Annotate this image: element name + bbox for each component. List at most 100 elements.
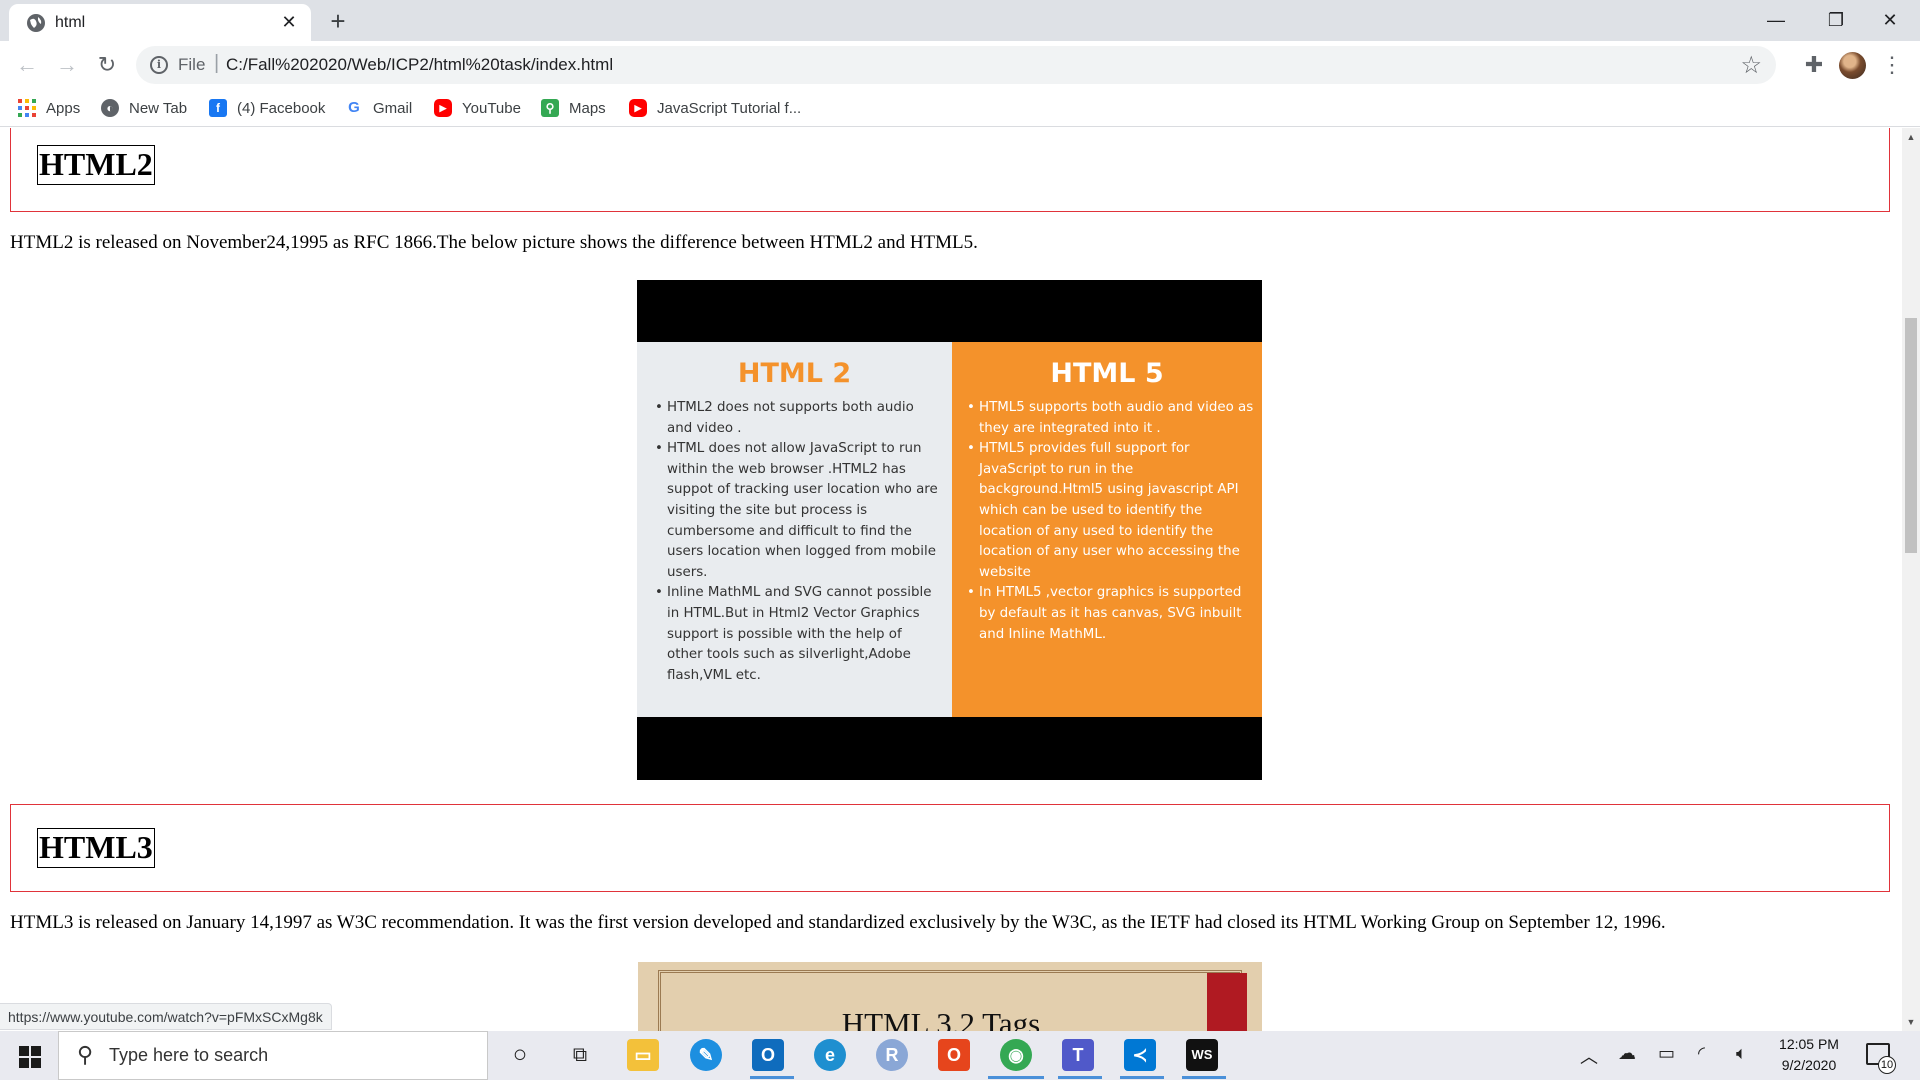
page-viewport[interactable]: HTML2 HTML2 is released on November24,19… bbox=[0, 128, 1902, 1031]
cortana-icon[interactable]: ○ bbox=[504, 1039, 536, 1071]
task-view-icon[interactable]: ⧉ bbox=[564, 1039, 596, 1071]
bookmark-star-icon[interactable]: ☆ bbox=[1740, 51, 1762, 80]
html2-feature-list: HTML2 does not supports both audio and v… bbox=[655, 398, 940, 686]
bookmark-new-tab[interactable]: ◐ New Tab bbox=[101, 97, 187, 119]
new-tab-icon[interactable]: + bbox=[322, 6, 354, 38]
scroll-up-icon[interactable]: ▲ bbox=[1902, 128, 1920, 146]
html2-panel-title: HTML 2 bbox=[737, 358, 852, 389]
clock-time: 12:05 PM bbox=[1779, 1036, 1839, 1052]
window-close-icon[interactable]: ✕ bbox=[1860, 0, 1920, 40]
taskbar-clock[interactable]: 12:05 PM 9/2/2020 bbox=[1772, 1034, 1846, 1076]
chevron-up-icon[interactable]: ︿ bbox=[1580, 1043, 1598, 1069]
minimize-icon[interactable]: — bbox=[1746, 0, 1806, 40]
forward-icon[interactable]: → bbox=[51, 49, 83, 81]
globe-icon: ◐ bbox=[101, 99, 119, 117]
app-icon[interactable]: ✎ bbox=[690, 1039, 722, 1071]
file-explorer-icon[interactable]: ▭ bbox=[627, 1039, 659, 1071]
webstorm-icon[interactable]: WS bbox=[1186, 1039, 1218, 1071]
browser-tab[interactable]: html ✕ bbox=[9, 4, 311, 41]
bookmark-label: Maps bbox=[569, 99, 606, 117]
restore-icon[interactable]: ❐ bbox=[1806, 0, 1866, 40]
close-tab-icon[interactable]: ✕ bbox=[277, 10, 301, 34]
image-frame: HTML 3.2 Tags bbox=[658, 970, 1247, 1031]
bookmark-ribbon-icon bbox=[1207, 973, 1247, 1031]
bookmark-label: New Tab bbox=[129, 99, 188, 117]
vscode-icon[interactable]: ≺ bbox=[1124, 1039, 1156, 1071]
page-scrollbar[interactable]: ▲ ▼ bbox=[1902, 128, 1920, 1031]
taskbar-search-placeholder: Type here to search bbox=[109, 1045, 269, 1065]
apps-grid-icon bbox=[18, 99, 36, 117]
html3-paragraph: HTML3 is released on January 14,1997 as … bbox=[10, 912, 1666, 933]
bookmark-maps[interactable]: ⚲ Maps bbox=[541, 97, 606, 119]
facebook-icon: f bbox=[209, 99, 227, 117]
chrome-icon[interactable]: ◉ bbox=[1000, 1039, 1032, 1071]
address-scheme: File bbox=[178, 55, 206, 74]
taskbar-search-box[interactable]: ⚲ Type here to search bbox=[58, 1031, 488, 1080]
profile-avatar[interactable] bbox=[1839, 52, 1866, 79]
wifi-icon[interactable]: ◜ bbox=[1698, 1043, 1705, 1064]
screen: html ✕ + — ❐ ✕ ← → ↻ i File | C:/Fall%20… bbox=[0, 0, 1920, 1080]
edge-icon[interactable]: e bbox=[814, 1039, 846, 1071]
google-icon: G bbox=[345, 99, 363, 117]
onedrive-icon[interactable]: ☁ bbox=[1618, 1043, 1636, 1064]
list-item: HTML5 provides full support for JavaScri… bbox=[967, 439, 1257, 583]
teams-icon[interactable]: T bbox=[1062, 1039, 1094, 1071]
r-app-icon[interactable]: R bbox=[876, 1039, 908, 1071]
address-url[interactable]: C:/Fall%202020/Web/ICP2/html%20task/inde… bbox=[226, 55, 613, 75]
battery-icon[interactable]: ▭ bbox=[1658, 1043, 1675, 1064]
search-icon: ⚲ bbox=[77, 1042, 94, 1067]
address-separator: | bbox=[214, 52, 220, 74]
scroll-down-icon[interactable]: ▼ bbox=[1902, 1013, 1920, 1031]
bookmark-gmail[interactable]: G Gmail bbox=[345, 97, 412, 119]
bookmark-label: Apps bbox=[46, 99, 81, 117]
html2-paragraph: HTML2 is released on November24,1995 as … bbox=[10, 232, 978, 253]
windows-taskbar: ⚲ Type here to search ○ ⧉ ▭ ✎ O e R O ◉ … bbox=[0, 1031, 1920, 1080]
html2-panel: HTML 2 HTML2 does not supports both audi… bbox=[637, 342, 952, 717]
active-indicator bbox=[988, 1076, 1044, 1079]
bookmark-label: (4) Facebook bbox=[237, 99, 326, 117]
html32-tags-image: HTML 3.2 Tags bbox=[638, 962, 1262, 1031]
html32-tags-title: HTML 3.2 Tags bbox=[841, 1006, 1041, 1031]
active-indicator bbox=[1058, 1076, 1102, 1079]
active-indicator bbox=[750, 1076, 794, 1079]
office-icon[interactable]: O bbox=[938, 1039, 970, 1071]
bookmark-label: Gmail bbox=[373, 99, 413, 117]
scrollbar-thumb[interactable] bbox=[1905, 318, 1917, 553]
globe-icon bbox=[27, 14, 45, 32]
list-item: In HTML5 ,vector graphics is supported b… bbox=[967, 583, 1257, 645]
clock-date: 9/2/2020 bbox=[1781, 1057, 1837, 1073]
html2-section-box: HTML2 bbox=[10, 128, 1890, 212]
html5-feature-list: HTML5 supports both audio and video as t… bbox=[967, 398, 1257, 645]
bookmark-youtube[interactable]: ▶ YouTube bbox=[434, 97, 521, 119]
windows-start-icon[interactable] bbox=[0, 1031, 56, 1080]
youtube-icon: ▶ bbox=[629, 99, 647, 117]
notification-count-badge: 10 bbox=[1878, 1056, 1896, 1074]
active-indicator bbox=[1120, 1076, 1164, 1079]
html5-panel: HTML 5 HTML5 supports both audio and vid… bbox=[952, 342, 1262, 717]
browser-toolbar: ← → ↻ i File | C:/Fall%202020/Web/ICP2/h… bbox=[0, 41, 1920, 89]
active-indicator bbox=[1182, 1076, 1226, 1079]
tab-title: html bbox=[55, 14, 86, 31]
bookmarks-bar: Apps ◐ New Tab f (4) Facebook G Gmail ▶ … bbox=[0, 89, 1920, 127]
list-item: Inline MathML and SVG cannot possible in… bbox=[655, 583, 940, 686]
link-status-bubble: https://www.youtube.com/watch?v=pFMxSCxM… bbox=[0, 1003, 332, 1030]
kebab-menu-icon[interactable]: ⋮ bbox=[1880, 49, 1904, 81]
list-item: HTML2 does not supports both audio and v… bbox=[655, 398, 940, 439]
html3-heading: HTML3 bbox=[37, 828, 155, 868]
outlook-icon[interactable]: O bbox=[752, 1039, 784, 1071]
tab-strip: html ✕ + — ❐ ✕ bbox=[0, 0, 1920, 41]
html2-heading: HTML2 bbox=[37, 145, 155, 185]
bookmark-facebook[interactable]: f (4) Facebook bbox=[209, 97, 325, 119]
address-bar[interactable]: i File | C:/Fall%202020/Web/ICP2/html%20… bbox=[136, 46, 1776, 84]
maps-icon: ⚲ bbox=[541, 99, 559, 117]
extensions-icon[interactable]: ✚ bbox=[1800, 49, 1828, 81]
html3-section-box: HTML3 bbox=[10, 804, 1890, 892]
back-icon[interactable]: ← bbox=[11, 49, 43, 81]
bookmark-javascript-tutorial[interactable]: ▶ JavaScript Tutorial f... bbox=[629, 97, 801, 119]
youtube-icon: ▶ bbox=[434, 99, 452, 117]
bookmark-apps[interactable]: Apps bbox=[18, 97, 80, 119]
volume-icon[interactable]: 🔈︎ bbox=[1736, 1043, 1747, 1064]
reload-icon[interactable]: ↻ bbox=[91, 49, 123, 81]
info-icon[interactable]: i bbox=[150, 56, 168, 74]
bookmark-label: JavaScript Tutorial f... bbox=[657, 99, 802, 117]
